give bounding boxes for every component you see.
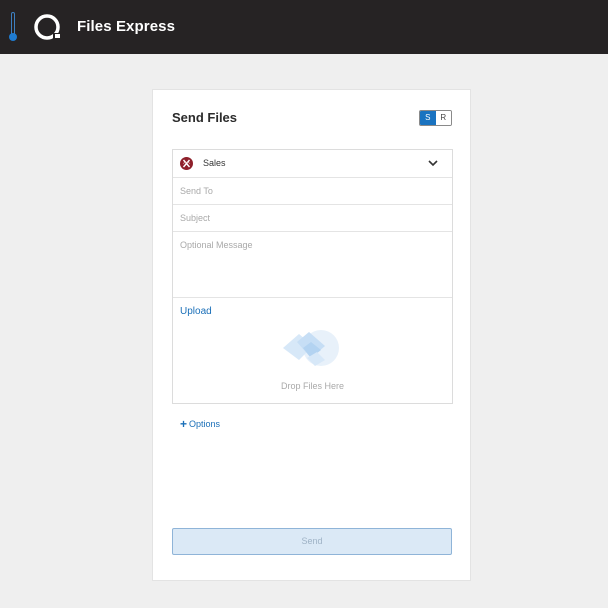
send-to-field[interactable]: Send To bbox=[173, 178, 452, 205]
toggle-receive-option[interactable]: R bbox=[435, 111, 451, 125]
options-toggle[interactable]: + Options bbox=[180, 416, 221, 431]
app-title: Files Express bbox=[77, 18, 176, 35]
send-to-placeholder: Send To bbox=[180, 186, 213, 196]
send-receive-toggle[interactable]: S R bbox=[419, 110, 452, 126]
message-placeholder: Optional Message bbox=[180, 240, 253, 250]
toggle-send-option[interactable]: S bbox=[420, 111, 436, 125]
sales-account-icon bbox=[180, 157, 193, 170]
message-field[interactable]: Optional Message bbox=[173, 232, 452, 298]
panel-title: Send Files bbox=[172, 110, 238, 125]
options-label: Options bbox=[189, 419, 221, 429]
upload-link[interactable]: Upload bbox=[180, 306, 212, 317]
subject-placeholder: Subject bbox=[180, 213, 211, 223]
account-selector[interactable]: Sales bbox=[173, 150, 452, 178]
thermometer-indicator-icon bbox=[9, 12, 17, 41]
drop-files-text: Drop Files Here bbox=[280, 381, 345, 391]
send-files-panel: Send Files S R Sales Send To Subject Opt… bbox=[152, 89, 471, 581]
chevron-down-icon[interactable] bbox=[428, 159, 438, 167]
top-bar: Files Express bbox=[0, 0, 608, 54]
files-express-logo-icon[interactable] bbox=[33, 12, 63, 42]
plus-icon: + bbox=[180, 416, 188, 431]
account-label: Sales bbox=[203, 158, 226, 168]
upload-drop-zone[interactable]: Upload Drop Files Here bbox=[173, 298, 452, 403]
send-form: Sales Send To Subject Optional Message U… bbox=[172, 149, 453, 404]
subject-field[interactable]: Subject bbox=[173, 205, 452, 232]
drop-zone-icon bbox=[283, 330, 339, 366]
send-button[interactable]: Send bbox=[172, 528, 452, 555]
